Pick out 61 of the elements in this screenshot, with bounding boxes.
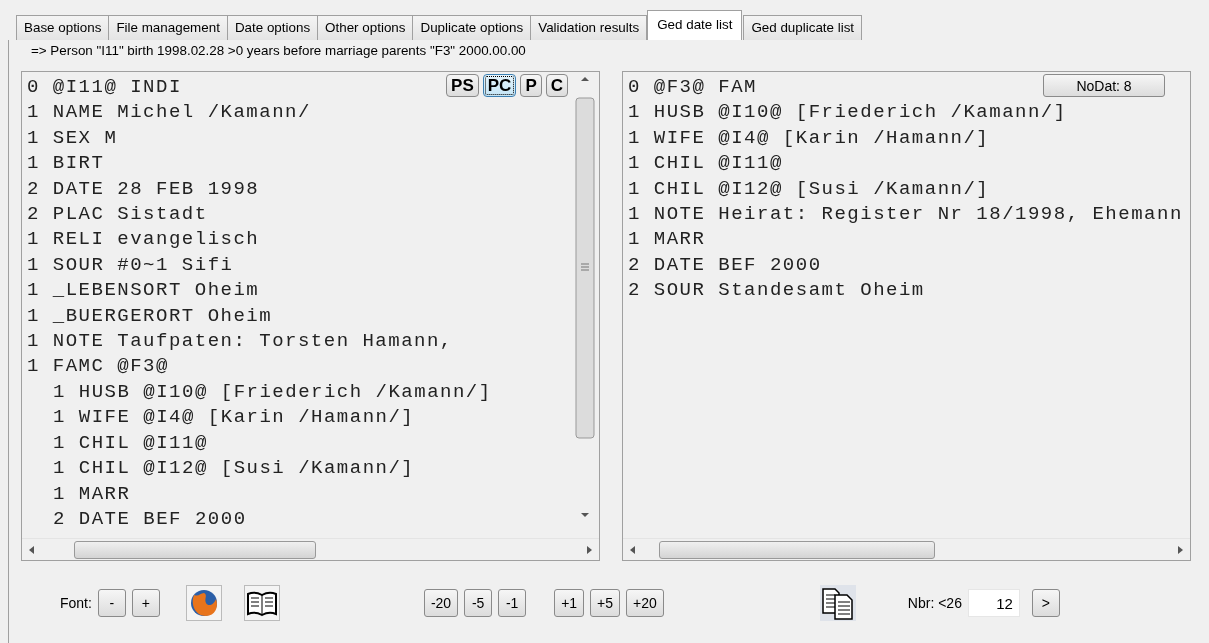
code-line: 1 NOTE Heirat: Register Nr 18/1998, Ehemann [628,202,1183,228]
code-line: 2 DATE BEF 2000 [628,252,822,278]
horizontal-scroll-thumb[interactable] [74,540,316,559]
tab[interactable]: Validation results [530,15,648,40]
code-line: 0 @F3@ FAM [628,75,758,100]
code-line: 1 CHIL @I12@ [Susi /Kamann/] [53,456,415,482]
code-line: 1 WIFE @I4@ [Karin /Hamann/] [53,405,415,431]
code-line: 0 @I11@ INDI [27,75,182,100]
code-line: 1 _LEBENSORT Oheim [27,278,260,304]
scroll-right-arrow-icon[interactable] [585,544,593,555]
code-line: 1 MARR [628,227,706,253]
record-button[interactable]: P [520,74,542,97]
code-line: 1 RELI evangelisch [27,227,260,253]
step-button[interactable]: +1 [554,589,585,617]
code-line: 2 SOUR Standesamt Oheim [628,278,925,304]
code-line: 1 HUSB @I10@ [Friederich /Kamann/] [53,379,492,405]
record-button[interactable]: PC [482,74,517,97]
record-button[interactable]: PS [446,74,479,97]
next-button[interactable]: > [1031,589,1060,617]
font-label: Font: [60,595,92,611]
tab[interactable]: Ged date list [647,10,743,40]
scroll-left-arrow-icon[interactable] [28,544,36,555]
code-line: 1 SOUR #0~1 Sifi [27,252,234,278]
code-line: 1 CHIL @I11@ [53,430,208,456]
code-line: 1 FAMC @F3@ [27,354,169,380]
open-book-icon[interactable] [243,585,280,621]
font-size-button[interactable]: + [131,589,160,617]
number-label: Nbr: <26 [907,595,962,611]
horizontal-scroll-thumb[interactable] [659,540,935,559]
tab[interactable]: Ged duplicate list [743,15,863,40]
nodate-button[interactable]: NoDat: 8 [1043,74,1165,97]
code-line: 2 DATE BEF 2000 [53,506,247,532]
code-line: 1 CHIL @I11@ [628,151,783,177]
step-button[interactable]: +5 [590,589,621,617]
tab[interactable]: Date options [226,15,319,40]
code-line: 1 NAME Michel /Kamann/ [27,100,311,126]
step-button[interactable]: -1 [498,589,527,617]
code-line: 2 PLAC Sistadt [27,202,208,228]
step-button[interactable]: +20 [626,589,664,617]
tab[interactable]: File management [108,15,228,40]
font-size-button[interactable]: - [97,589,126,617]
status-message: => Person "I11" birth 1998.02.28 >0 years before marriage parents "F3" 2000.00.00 [31,43,526,58]
code-line: 1 WIFE @I4@ [Karin /Hamann/] [628,125,990,151]
code-line: 1 MARR [53,481,131,507]
step-button[interactable]: -20 [423,589,459,617]
scroll-right-arrow-icon[interactable] [1176,544,1184,555]
tab[interactable]: Duplicate options [412,15,532,40]
fox-globe-icon[interactable] [185,585,222,621]
code-line: 1 NOTE Taufpaten: Torsten Hamann, [27,329,453,355]
number-field[interactable]: 12 [967,589,1020,617]
step-button[interactable]: -5 [464,589,493,617]
code-line: 2 DATE 28 FEB 1998 [27,176,260,202]
scroll-left-arrow-icon[interactable] [629,544,637,555]
documents-icon[interactable] [819,585,856,621]
code-line: 1 BIRT [27,151,105,177]
code-line: 1 HUSB @I10@ [Friederich /Kamann/] [628,100,1067,126]
code-line: 1 SEX M [27,125,118,151]
code-line: 1 _BUERGERORT Oheim [27,303,273,329]
tab[interactable]: Base options [16,15,110,40]
code-line: 1 CHIL @I12@ [Susi /Kamann/] [628,176,990,202]
tab[interactable]: Other options [317,15,414,40]
